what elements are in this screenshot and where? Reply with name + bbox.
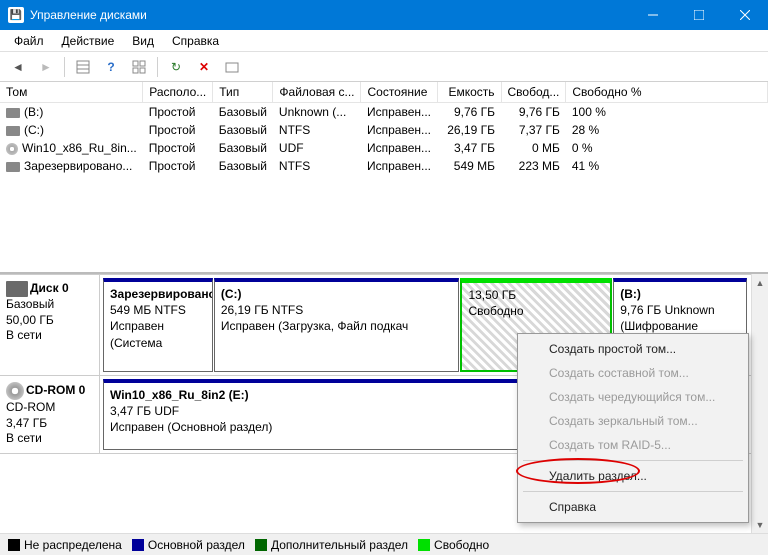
menu-bar: Файл Действие Вид Справка — [0, 30, 768, 52]
view-list-button[interactable] — [71, 55, 95, 79]
hdd-icon — [6, 108, 20, 118]
status-bar: Не распределена Основной раздел Дополнит… — [0, 533, 768, 555]
minimize-button[interactable] — [630, 0, 676, 30]
ctx-help[interactable]: Справка — [521, 495, 745, 519]
legend-label: Дополнительный раздел — [271, 538, 408, 552]
menu-help[interactable]: Справка — [164, 32, 227, 50]
table-row[interactable]: (C:)ПростойБазовыйNTFSИсправен...26,19 Г… — [0, 121, 768, 139]
partition-primary[interactable]: Зарезервировано549 МБ NTFSИсправен (Сист… — [103, 278, 213, 372]
view-grid-button[interactable] — [127, 55, 151, 79]
legend-unallocated: Не распределена — [8, 538, 122, 552]
ctx-delete-partition[interactable]: Удалить раздел... — [521, 464, 745, 488]
table-row[interactable]: Зарезервировано...ПростойБазовыйNTFSИспр… — [0, 157, 768, 175]
title-bar: 💾 Управление дисками — [0, 0, 768, 30]
col-status[interactable]: Состояние — [361, 82, 437, 103]
volume-table[interactable]: Том Располо... Тип Файловая с... Состоян… — [0, 82, 768, 175]
hdd-icon — [6, 281, 28, 297]
disk-header[interactable]: Диск 0Базовый50,00 ГБВ сети — [0, 275, 100, 375]
legend-primary: Основной раздел — [132, 538, 245, 552]
context-menu: Создать простой том... Создать составной… — [517, 333, 749, 523]
legend-free: Свободно — [418, 538, 489, 552]
scroll-down-icon[interactable]: ▼ — [752, 516, 768, 533]
menu-file[interactable]: Файл — [6, 32, 52, 50]
volume-list-pane: Том Располо... Тип Файловая с... Состоян… — [0, 82, 768, 274]
forward-button[interactable]: ► — [34, 55, 58, 79]
back-button[interactable]: ◄ — [6, 55, 30, 79]
col-volume[interactable]: Том — [0, 82, 143, 103]
cd-icon — [6, 382, 24, 400]
table-header-row[interactable]: Том Располо... Тип Файловая с... Состоян… — [0, 82, 768, 103]
table-row[interactable]: Win10_x86_Ru_8in...ПростойБазовыйUDFИспр… — [0, 139, 768, 157]
ctx-create-simple[interactable]: Создать простой том... — [521, 337, 745, 361]
scrollbar[interactable]: ▲ ▼ — [751, 274, 768, 533]
col-fs[interactable]: Файловая с... — [273, 82, 361, 103]
table-row[interactable]: (B:)ПростойБазовыйUnknown (...Исправен..… — [0, 103, 768, 122]
window-controls — [630, 0, 768, 30]
ctx-create-raid5: Создать том RAID-5... — [521, 433, 745, 457]
legend-extended: Дополнительный раздел — [255, 538, 408, 552]
menu-view[interactable]: Вид — [124, 32, 162, 50]
window-title: Управление дисками — [30, 8, 630, 22]
col-capacity[interactable]: Емкость — [437, 82, 501, 103]
cd-icon — [6, 143, 18, 155]
ctx-create-striped: Создать чередующийся том... — [521, 385, 745, 409]
toolbar: ◄ ► ? ↻ ✕ — [0, 52, 768, 82]
ctx-separator — [523, 491, 743, 492]
disk-header[interactable]: CD-ROM 0CD-ROM3,47 ГБВ сети — [0, 376, 100, 453]
legend-label: Основной раздел — [148, 538, 245, 552]
ctx-separator — [523, 460, 743, 461]
menu-action[interactable]: Действие — [54, 32, 123, 50]
app-icon: 💾 — [8, 7, 24, 23]
hdd-icon — [6, 126, 20, 136]
toolbar-separator — [157, 57, 158, 77]
toolbar-separator — [64, 57, 65, 77]
ctx-create-spanned: Создать составной том... — [521, 361, 745, 385]
ctx-create-mirrored: Создать зеркальный том... — [521, 409, 745, 433]
legend-label: Свободно — [434, 538, 489, 552]
partition-primary[interactable]: (C:)26,19 ГБ NTFSИсправен (Загрузка, Фай… — [214, 278, 460, 372]
col-pct[interactable]: Свободно % — [566, 82, 768, 103]
hdd-icon — [6, 162, 20, 172]
col-free[interactable]: Свобод... — [501, 82, 566, 103]
delete-button[interactable]: ✕ — [192, 55, 216, 79]
col-type[interactable]: Тип — [213, 82, 273, 103]
maximize-button[interactable] — [676, 0, 722, 30]
legend-label: Не распределена — [24, 538, 122, 552]
scroll-up-icon[interactable]: ▲ — [752, 274, 768, 291]
help-button[interactable]: ? — [99, 55, 123, 79]
properties-button[interactable] — [220, 55, 244, 79]
col-layout[interactable]: Располо... — [143, 82, 213, 103]
refresh-button[interactable]: ↻ — [164, 55, 188, 79]
close-button[interactable] — [722, 0, 768, 30]
